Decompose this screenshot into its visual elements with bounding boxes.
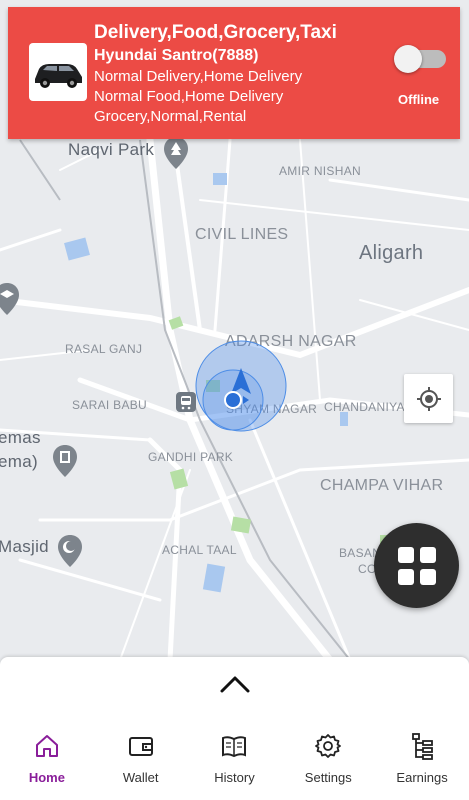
nav-item-home[interactable]: Home <box>0 731 94 791</box>
wallet-icon <box>126 731 156 761</box>
nav-label-earnings: Earnings <box>396 770 448 785</box>
crosshair-icon <box>416 386 441 411</box>
map-label-champa-vihar: CHAMPA VIHAR <box>320 477 444 494</box>
cinema-pin-icon <box>52 444 78 483</box>
expand-sheet-button[interactable] <box>219 674 251 694</box>
bottom-sheet: Home Wallet History Settings Earnings <box>0 657 469 800</box>
nav-label-history: History <box>214 770 255 785</box>
map-label-masjid: Masjid <box>0 537 49 556</box>
toggle-knob <box>394 45 422 73</box>
vehicle-image <box>29 43 87 101</box>
school-pin-icon <box>0 282 20 321</box>
settings-icon <box>313 731 343 761</box>
grid-icon <box>397 546 436 585</box>
driver-status-card: Delivery,Food,Grocery,Taxi Hyundai Santr… <box>8 7 460 139</box>
online-toggle[interactable] <box>394 44 446 73</box>
service-line-2: Normal Food,Home Delivery <box>94 88 284 105</box>
mosque-pin-icon <box>57 534 83 573</box>
park-pin-icon <box>163 136 189 175</box>
service-line-3: Grocery,Normal,Rental <box>94 108 247 125</box>
bottom-nav: Home Wallet History Settings Earnings <box>0 731 469 791</box>
service-line-1: Normal Delivery,Home Delivery <box>94 68 303 85</box>
nav-item-earnings[interactable]: Earnings <box>375 731 469 791</box>
nav-label-home: Home <box>28 770 65 785</box>
map-label-rasal-ganj: RASAL GANJ <box>65 342 143 356</box>
map-label-chandaniya: CHANDANIYA <box>324 400 405 414</box>
vehicle-name: Hyundai Santro(7888) <box>94 47 259 64</box>
map-label-cinemas: emas <box>0 428 41 447</box>
map-label-amir-nishan: AMIR NISHAN <box>279 164 361 178</box>
earnings-icon <box>407 731 437 761</box>
home-icon <box>32 731 62 761</box>
current-location-marker <box>193 340 289 437</box>
services-title: Delivery,Food,Grocery,Taxi <box>94 22 337 43</box>
map-label-achal-taal: ACHAL TAAL <box>162 543 237 557</box>
nav-label-settings: Settings <box>304 770 352 785</box>
map-label-civil-lines: CIVIL LINES <box>195 226 289 243</box>
nav-label-wallet: Wallet <box>122 770 159 785</box>
map-label-aligarh: Aligarh <box>359 242 424 264</box>
history-icon <box>219 731 249 761</box>
menu-grid-button[interactable] <box>374 523 459 608</box>
nav-item-settings[interactable]: Settings <box>281 731 375 791</box>
map-label-cinema: ema) <box>0 452 38 471</box>
map-label-naqvi-park: Naqvi Park <box>68 140 155 159</box>
map-label-sarai-babu: SARAI BABU <box>72 398 148 412</box>
nav-item-wallet[interactable]: Wallet <box>94 731 188 791</box>
nav-item-history[interactable]: History <box>188 731 282 791</box>
chevron-up-icon <box>220 676 250 693</box>
map-label-gandhi-park: GANDHI PARK <box>148 450 234 464</box>
online-status-label: Offline <box>398 92 440 107</box>
my-location-button[interactable] <box>404 374 453 423</box>
